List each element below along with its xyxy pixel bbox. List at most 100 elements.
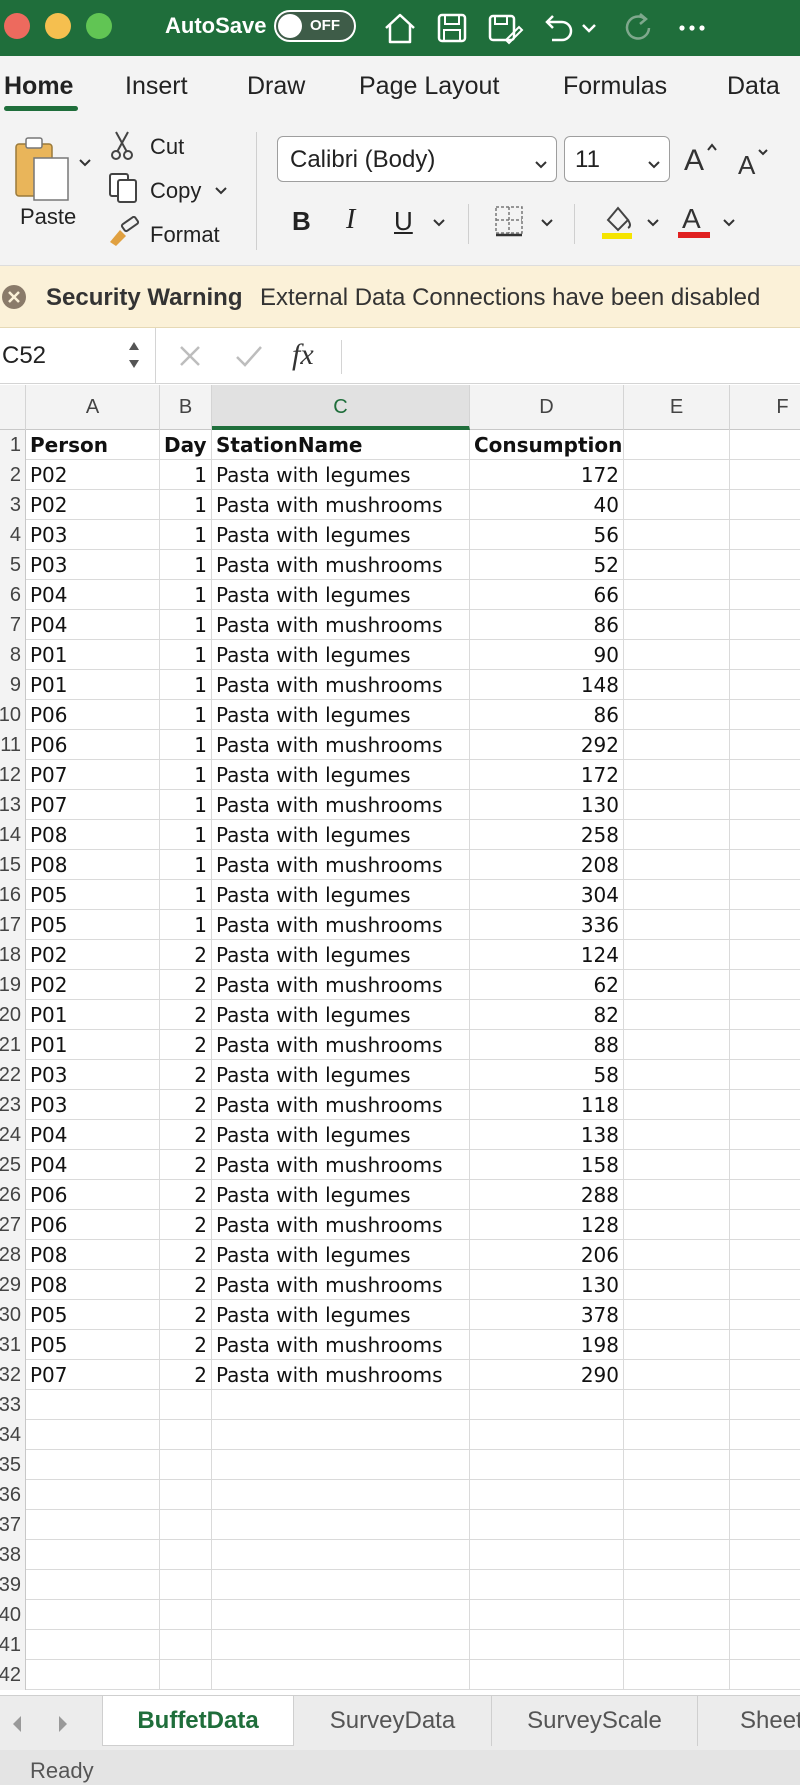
cell[interactable] xyxy=(212,1480,470,1510)
cell[interactable]: Pasta with legumes xyxy=(212,700,470,730)
cell[interactable]: Pasta with legumes xyxy=(212,1240,470,1270)
undo-dropdown-icon[interactable] xyxy=(580,8,598,48)
cell[interactable]: P04 xyxy=(26,1150,160,1180)
font-color-icon[interactable]: A xyxy=(676,200,712,240)
cell[interactable]: Pasta with legumes xyxy=(212,460,470,490)
cell[interactable] xyxy=(212,1450,470,1480)
cell[interactable] xyxy=(730,940,800,970)
row-number[interactable]: 19 xyxy=(0,970,26,1000)
cell[interactable] xyxy=(26,1390,160,1420)
cell[interactable] xyxy=(624,790,730,820)
cell[interactable] xyxy=(26,1570,160,1600)
cell[interactable]: P04 xyxy=(26,580,160,610)
cell[interactable] xyxy=(160,1450,212,1480)
cell[interactable]: P04 xyxy=(26,610,160,640)
cell[interactable]: P02 xyxy=(26,490,160,520)
column-header-b[interactable]: B xyxy=(160,385,212,430)
cell[interactable]: 1 xyxy=(160,520,212,550)
cell[interactable] xyxy=(624,1480,730,1510)
cell[interactable] xyxy=(730,820,800,850)
cell[interactable]: Pasta with mushrooms xyxy=(212,1030,470,1060)
cell[interactable] xyxy=(470,1570,624,1600)
cell[interactable] xyxy=(624,1090,730,1120)
cell[interactable]: P01 xyxy=(26,1030,160,1060)
cell[interactable] xyxy=(730,1090,800,1120)
cell[interactable] xyxy=(624,1120,730,1150)
cell[interactable] xyxy=(470,1480,624,1510)
cell[interactable] xyxy=(624,760,730,790)
row-number[interactable]: 18 xyxy=(0,940,26,970)
cell[interactable] xyxy=(470,1600,624,1630)
cell[interactable] xyxy=(624,520,730,550)
cell[interactable] xyxy=(160,1540,212,1570)
cell[interactable]: P02 xyxy=(26,970,160,1000)
row-number[interactable]: 21 xyxy=(0,1030,26,1060)
cell[interactable] xyxy=(26,1540,160,1570)
cell[interactable]: Pasta with mushrooms xyxy=(212,1330,470,1360)
cell[interactable]: 1 xyxy=(160,820,212,850)
cell[interactable] xyxy=(624,820,730,850)
cell[interactable] xyxy=(730,1510,800,1540)
cell[interactable] xyxy=(624,1060,730,1090)
cell[interactable]: P02 xyxy=(26,940,160,970)
cell[interactable]: P05 xyxy=(26,910,160,940)
cell[interactable]: P01 xyxy=(26,1000,160,1030)
cell[interactable]: 66 xyxy=(470,580,624,610)
header-cell[interactable]: Day xyxy=(160,430,212,460)
cell[interactable]: 62 xyxy=(470,970,624,1000)
cell[interactable] xyxy=(624,880,730,910)
cell[interactable] xyxy=(730,670,800,700)
sheet-tab-buffetdata[interactable]: BuffetData xyxy=(102,1696,294,1746)
cell[interactable] xyxy=(26,1630,160,1660)
cell[interactable]: Pasta with legumes xyxy=(212,940,470,970)
minimize-window-button[interactable] xyxy=(45,13,71,39)
cell[interactable] xyxy=(624,1420,730,1450)
spreadsheet-grid[interactable]: A B C D E F 1 Person Day StationName Consump… xyxy=(0,385,800,1695)
cell[interactable] xyxy=(730,520,800,550)
column-header-d[interactable]: D xyxy=(470,385,624,430)
cell[interactable]: 1 xyxy=(160,490,212,520)
row-number[interactable]: 12 xyxy=(0,760,26,790)
row-number[interactable]: 1 xyxy=(0,430,26,460)
cell[interactable] xyxy=(624,1030,730,1060)
cell[interactable]: P04 xyxy=(26,1120,160,1150)
cell[interactable]: 1 xyxy=(160,850,212,880)
cell[interactable] xyxy=(624,550,730,580)
cell[interactable]: Pasta with legumes xyxy=(212,1300,470,1330)
cell[interactable]: Pasta with mushrooms xyxy=(212,970,470,1000)
cell[interactable]: Pasta with legumes xyxy=(212,880,470,910)
cell[interactable] xyxy=(730,1330,800,1360)
cell[interactable] xyxy=(624,1570,730,1600)
cell[interactable] xyxy=(470,1510,624,1540)
cell[interactable]: 138 xyxy=(470,1120,624,1150)
cell[interactable]: Pasta with legumes xyxy=(212,1060,470,1090)
tab-home[interactable]: Home xyxy=(4,72,73,101)
home-icon[interactable] xyxy=(380,8,420,48)
cell[interactable]: P02 xyxy=(26,460,160,490)
cell[interactable] xyxy=(212,1390,470,1420)
cell[interactable] xyxy=(730,1270,800,1300)
header-cell[interactable]: Person xyxy=(26,430,160,460)
undo-icon[interactable] xyxy=(538,8,578,48)
row-number[interactable]: 39 xyxy=(0,1570,26,1600)
row-number[interactable]: 41 xyxy=(0,1630,26,1660)
cell[interactable]: P06 xyxy=(26,1180,160,1210)
cell[interactable] xyxy=(160,1600,212,1630)
font-color-dropdown-icon[interactable] xyxy=(722,216,736,230)
cell[interactable]: 172 xyxy=(470,760,624,790)
cell[interactable] xyxy=(730,1450,800,1480)
row-number[interactable]: 30 xyxy=(0,1300,26,1330)
cell[interactable] xyxy=(160,1510,212,1540)
cell[interactable]: 2 xyxy=(160,1060,212,1090)
tab-insert[interactable]: Insert xyxy=(125,72,188,101)
cell[interactable] xyxy=(730,430,800,460)
cell[interactable]: P07 xyxy=(26,1360,160,1390)
select-all-corner[interactable] xyxy=(0,385,26,430)
cell[interactable] xyxy=(730,1660,800,1690)
cell[interactable]: 1 xyxy=(160,760,212,790)
cell[interactable]: 52 xyxy=(470,550,624,580)
row-number[interactable]: 36 xyxy=(0,1480,26,1510)
row-number[interactable]: 26 xyxy=(0,1180,26,1210)
cell[interactable]: P01 xyxy=(26,670,160,700)
formula-input[interactable] xyxy=(352,340,792,374)
